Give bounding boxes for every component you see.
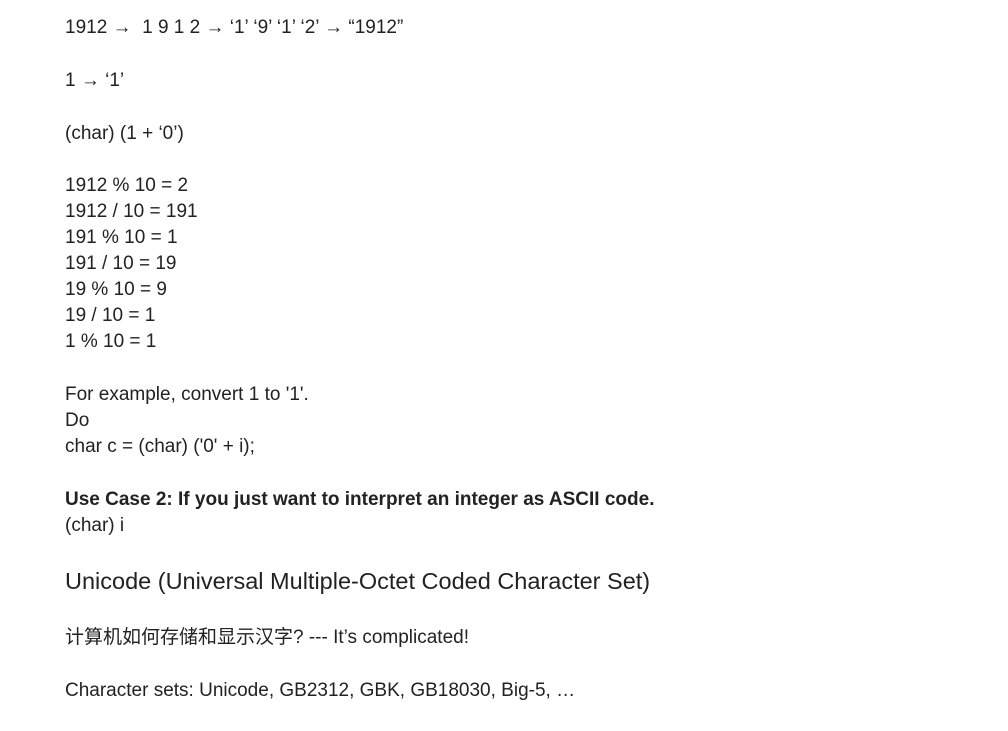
chinese-question-line: 计算机如何存储和显示汉字? --- It’s complicated! [65,627,469,648]
char-i-line: (char) i [65,515,125,536]
use-case-2-heading: Use Case 2: If you just want to interpre… [65,489,655,510]
character-sets-line: Character sets: Unicode, GB2312, GBK, GB… [65,680,576,701]
math-step-1: 1912 % 10 = 2 [65,175,189,196]
unicode-heading: Unicode (Universal Multiple-Octet Coded … [65,568,651,594]
math-step-5: 19 % 10 = 9 [65,279,167,300]
char-cast-line: (char) (1 + ‘0’) [65,123,184,144]
math-step-4: 191 / 10 = 19 [65,253,177,274]
math-step-7: 1 % 10 = 1 [65,331,157,352]
digit-to-char-line: 1 → ‘1’ [65,70,125,91]
conversion-chain-line: 1912 → 1 9 1 2 → ‘1’ ‘9’ ‘1’ ‘2’ → “1912… [65,17,404,38]
do-text: Do [65,410,90,431]
example-text: For example, convert 1 to '1'. [65,384,309,405]
math-step-2: 1912 / 10 = 191 [65,201,198,222]
code-line: char c = (char) ('0' + i); [65,436,255,457]
math-step-3: 191 % 10 = 1 [65,227,178,248]
math-step-6: 19 / 10 = 1 [65,305,156,326]
